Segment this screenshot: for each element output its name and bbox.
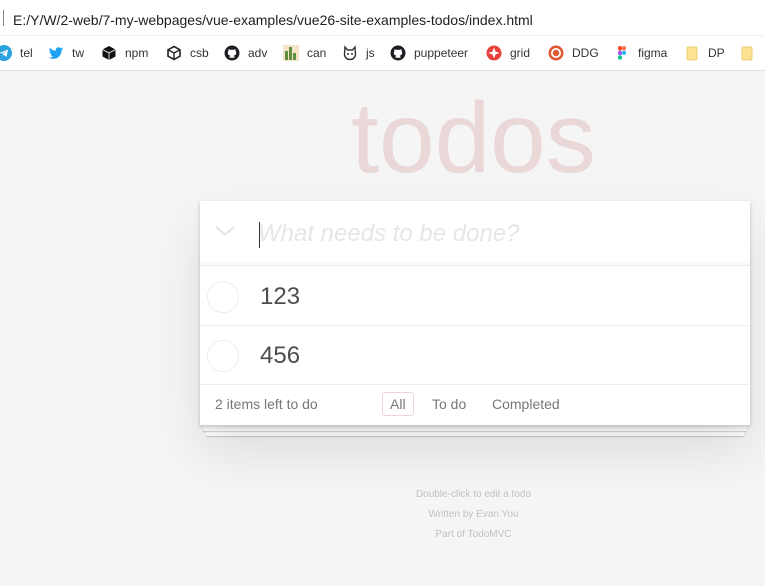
app-title: todos: [351, 82, 596, 194]
todo-checkbox[interactable]: [207, 340, 239, 372]
bookmark-puppeteer[interactable]: puppeteer: [390, 44, 468, 62]
bookmark-npm[interactable]: npm: [101, 44, 148, 62]
duckduckgo-icon: [548, 45, 564, 61]
npm-icon: [101, 45, 117, 61]
folder-icon: [739, 45, 755, 61]
bookmark-tel[interactable]: tel: [0, 44, 33, 62]
todo-checkbox[interactable]: [207, 281, 239, 313]
url-text[interactable]: E:/Y/W/2-web/7-my-webpages/vue-examples/…: [13, 12, 533, 28]
filter-completed[interactable]: Completed: [484, 392, 568, 416]
folder-icon: [684, 45, 700, 61]
text-cursor: [259, 222, 260, 248]
todo-title[interactable]: 456: [260, 342, 300, 370]
todo-item[interactable]: 456: [200, 326, 750, 385]
info-edit-hint: Double-click to edit a todo: [415, 489, 532, 500]
bookmark-tw[interactable]: tw: [48, 44, 84, 62]
address-bar[interactable]: E:/Y/W/2-web/7-my-webpages/vue-examples/…: [0, 0, 765, 36]
bookmark-dp[interactable]: DP: [684, 44, 725, 62]
chevron-down-icon: [214, 224, 236, 242]
address-bar-separator: [3, 10, 4, 26]
codesandbox-icon: [166, 45, 182, 61]
todo-footer: 2 items left to do All To do Completed: [200, 384, 750, 425]
telegram-icon: [0, 45, 12, 61]
todo-app: 123 456 2 items left to do All To do Com…: [200, 201, 750, 425]
twitter-icon: [48, 45, 64, 61]
bookmark-adv[interactable]: adv: [224, 44, 267, 62]
info-part-of: Part of TodoMVC: [435, 529, 512, 540]
filter-todo[interactable]: To do: [424, 392, 474, 416]
bookmark-folder-overflow[interactable]: [739, 44, 763, 62]
figma-icon: [614, 45, 630, 61]
stack-shadow-middle: [203, 425, 747, 431]
toggle-all-button[interactable]: [212, 223, 238, 243]
info-author: Written by Evan You: [428, 509, 519, 520]
new-todo-input[interactable]: [258, 215, 738, 253]
bookmark-csb[interactable]: csb: [166, 44, 209, 62]
filter-all[interactable]: All: [382, 392, 414, 416]
bookmark-grid[interactable]: grid: [486, 44, 530, 62]
stack-shadow-bottom: [206, 431, 744, 436]
new-todo-row: [200, 201, 750, 266]
bookmark-ddg[interactable]: DDG: [548, 44, 599, 62]
github-icon: [224, 45, 240, 61]
items-left-count: 2 items left to do: [215, 396, 318, 412]
bookmark-can[interactable]: can: [283, 44, 326, 62]
todo-item[interactable]: 123: [200, 267, 750, 326]
caniuse-icon: [283, 45, 299, 61]
bookmark-js[interactable]: js: [342, 44, 375, 62]
js-cat-icon: [342, 45, 358, 61]
bookmark-figma[interactable]: figma: [614, 44, 667, 62]
bookmarks-bar: tel tw npm csb adv can js puppeteer grid…: [0, 36, 765, 71]
grid-icon: [486, 45, 502, 61]
todo-title[interactable]: 123: [260, 283, 300, 311]
github-icon: [390, 45, 406, 61]
